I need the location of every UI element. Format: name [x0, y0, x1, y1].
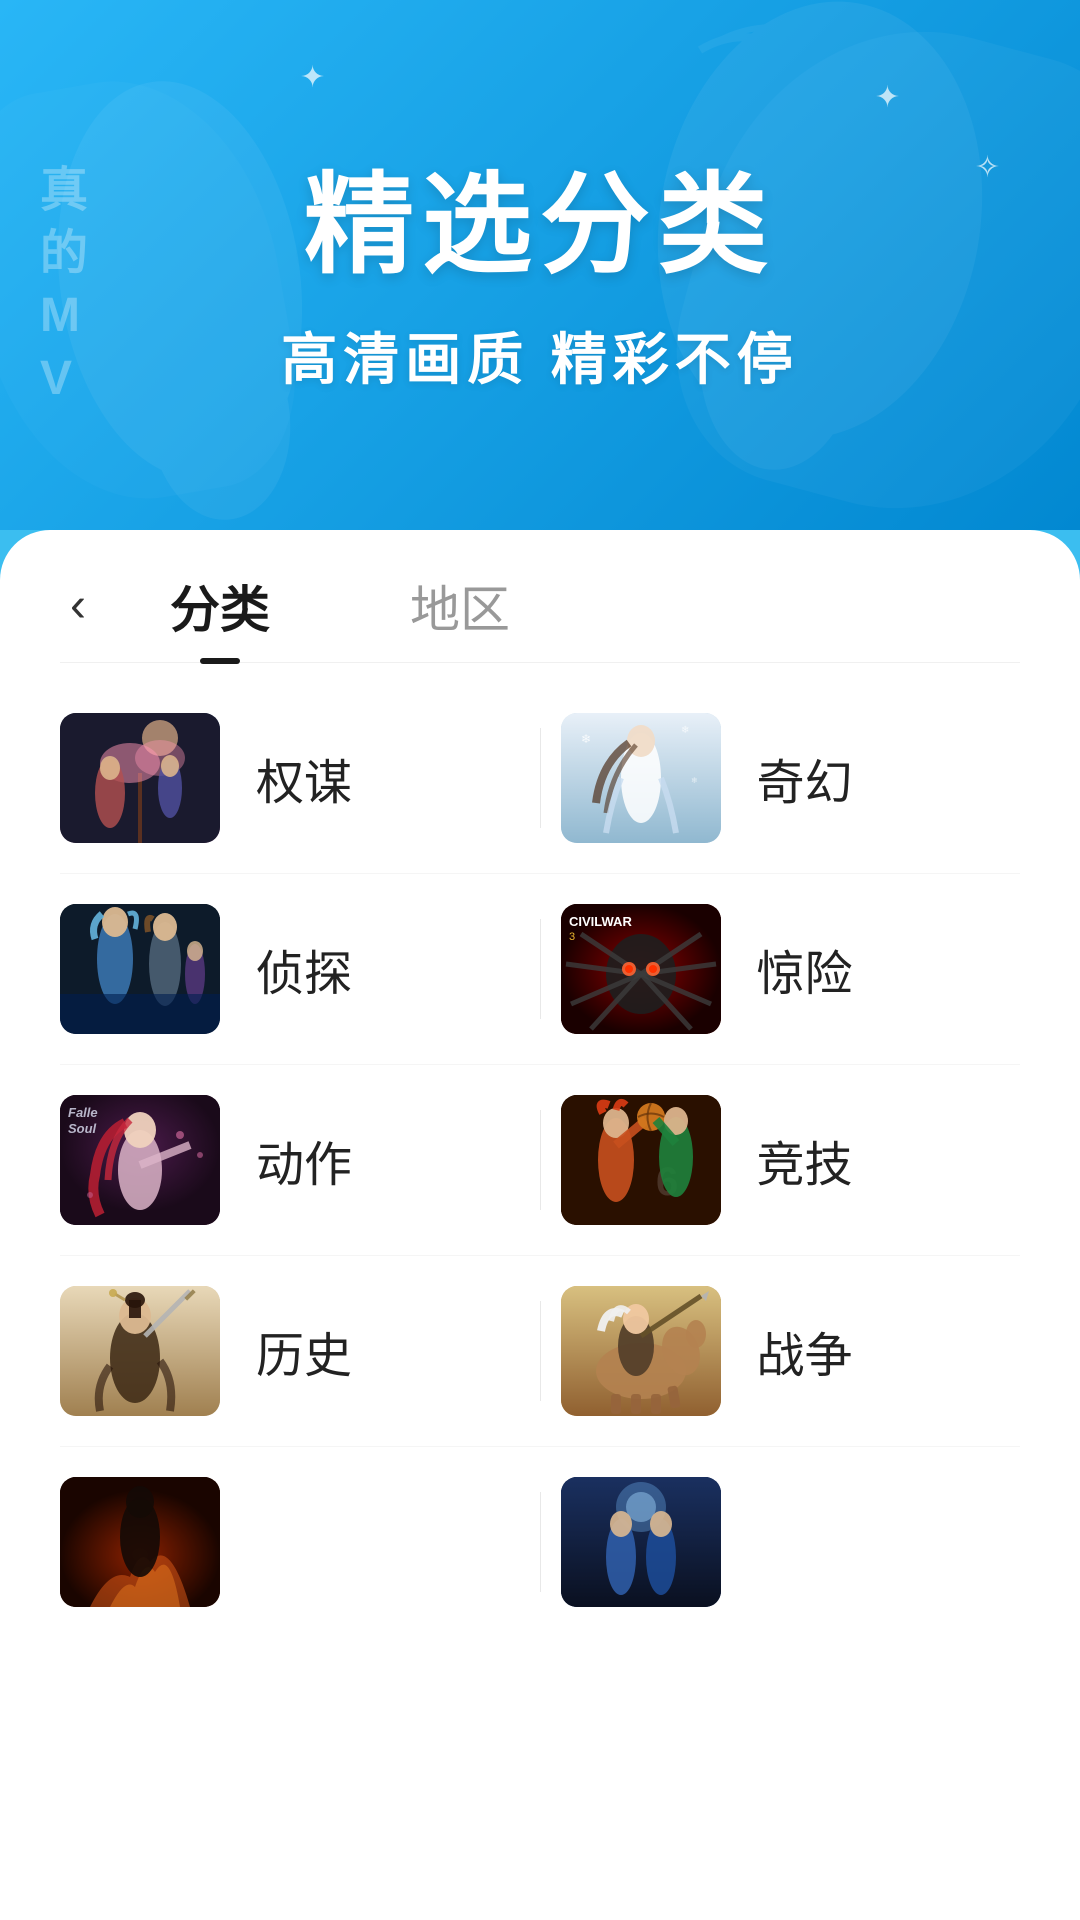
category-label-jingxian: 惊险 [757, 934, 853, 1004]
category-row-1: 权谋 [60, 683, 1020, 874]
divider-row5 [540, 1492, 541, 1592]
sparkle-icon-3: ✦ [300, 60, 325, 95]
tab-region[interactable]: 地区 [380, 570, 540, 642]
hero-title-text: 精选分类 [304, 135, 776, 295]
category-label-lishi: 历史 [256, 1316, 352, 1386]
category-item-jingji[interactable]: 6 [561, 1095, 1021, 1225]
divider-row3 [540, 1110, 541, 1210]
category-thumb-quanmou [60, 713, 220, 843]
category-thumb-bottom2 [561, 1477, 721, 1607]
category-grid: 权谋 [60, 683, 1020, 1607]
sparkle-icon-2: ✧ [975, 150, 1000, 185]
category-thumb-lishi [60, 1286, 220, 1416]
svg-text:Falle: Falle [68, 1105, 98, 1120]
category-item-dongzuo[interactable]: Falle Soul [60, 1095, 520, 1225]
category-label-jingji: 竞技 [757, 1125, 853, 1195]
category-label-zhanzhen: 战争 [757, 1316, 853, 1386]
category-thumb-zhanzhen [561, 1286, 721, 1416]
hero-section: ✦ ✧ ✦ 真 的 M V 精选分类 高清画质 精彩不停 [0, 0, 1080, 530]
category-label-qihuan: 奇幻 [757, 743, 853, 813]
category-thumb-jingxian: CIVILWAR 3 [561, 904, 721, 1034]
category-thumb-qihuan: ❄ ❄ ❄ [561, 713, 721, 843]
category-thumb-jingji: 6 [561, 1095, 721, 1225]
category-item-zhentan[interactable]: 侦探 [60, 904, 520, 1034]
category-row-2: 侦探 CIVILWAR 3 [60, 874, 1020, 1065]
category-thumb-dongzuo: Falle Soul [60, 1095, 220, 1225]
sparkle-icon-1: ✦ [875, 80, 900, 115]
category-item-lishi[interactable]: 历史 [60, 1286, 520, 1416]
category-item-bottom2[interactable] [561, 1477, 1021, 1607]
category-item-jingxian[interactable]: CIVILWAR 3 [561, 904, 1021, 1034]
tab-category[interactable]: 分类 [140, 570, 300, 642]
category-label-quanmou: 权谋 [256, 743, 352, 813]
category-row-3: Falle Soul [60, 1065, 1020, 1256]
divider-row4 [540, 1301, 541, 1401]
svg-text:3: 3 [569, 931, 575, 943]
content-card: ‹ 分类 地区 [0, 530, 1080, 1920]
category-label-dongzuo: 动作 [256, 1125, 352, 1195]
hero-title: 精选分类 [304, 135, 776, 295]
category-thumb-bottom1 [60, 1477, 220, 1607]
category-item-quanmou[interactable]: 权谋 [60, 713, 520, 843]
category-row-4: 历史 [60, 1256, 1020, 1447]
svg-text:❄: ❄ [581, 732, 591, 746]
category-label-zhentan: 侦探 [256, 934, 352, 1004]
svg-text:CIVILWAR: CIVILWAR [569, 914, 632, 929]
svg-text:❄: ❄ [691, 776, 698, 785]
divider-row1 [540, 728, 541, 828]
svg-text:Soul: Soul [68, 1121, 97, 1136]
category-item-bottom1[interactable] [60, 1477, 520, 1607]
hero-watermark: 真 的 M V [40, 160, 88, 410]
back-button[interactable]: ‹ [60, 572, 96, 640]
category-item-qihuan[interactable]: ❄ ❄ ❄ 奇幻 [561, 713, 1021, 843]
svg-text:❄: ❄ [681, 725, 689, 736]
category-row-5 [60, 1447, 1020, 1607]
category-item-zhanzhen[interactable]: 战争 [561, 1286, 1021, 1416]
category-thumb-zhentan [60, 904, 220, 1034]
tab-bar: ‹ 分类 地区 [60, 530, 1020, 663]
divider-row2 [540, 919, 541, 1019]
hero-subtitle: 高清画质 精彩不停 [281, 315, 799, 396]
